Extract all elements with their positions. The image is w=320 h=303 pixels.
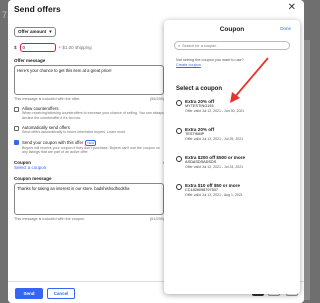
coupon-message-label: Coupon message bbox=[14, 175, 52, 181]
offer-message-label: Offer message bbox=[14, 58, 46, 63]
coupon-message-help: This message is included with the coupon… bbox=[14, 217, 164, 221]
coupon-option[interactable]: Extra $200 off $500 or more ASDASDSADSDS… bbox=[176, 155, 245, 169]
coupon-option[interactable]: Extra $10 off $50 or more CC182609879750… bbox=[176, 183, 243, 197]
offer-message-help-text: This message is included with the offer. bbox=[14, 97, 81, 101]
offer-message-textarea[interactable]: Here's your chance to get this item at a… bbox=[14, 65, 164, 95]
send-coupon-row[interactable]: Send your coupon with this offer NEW Buye… bbox=[14, 139, 164, 155]
offer-type-select[interactable]: Offer amount ▾ bbox=[14, 26, 56, 37]
new-badge: NEW bbox=[85, 139, 97, 146]
send-coupon-help: Buyers will receive your coupon if they … bbox=[22, 145, 160, 155]
coupon-message-help-text: This message is included with the coupon… bbox=[14, 216, 86, 221]
coupon-validity: Offer valid Jul 12, 2021 - Jul 24, 2021 bbox=[185, 164, 244, 169]
coupon-message-count: (61/255) bbox=[149, 216, 164, 221]
coupon-panel: Coupon Done ⌕ Search for a coupon Not se… bbox=[164, 20, 300, 294]
auto-send-help: Send offers automatically to future inte… bbox=[22, 130, 126, 134]
red-arrow-annotation bbox=[230, 57, 269, 103]
send-coupon-label: Send your coupon with this offer bbox=[22, 139, 84, 145]
allow-counteroffers-help: When receiving/allowing counteroffers to… bbox=[22, 111, 164, 120]
offer-message-count: (55/255) bbox=[149, 97, 164, 101]
background-edge bbox=[304, 40, 310, 300]
allow-counteroffers-checkbox[interactable] bbox=[14, 106, 19, 112]
dialog-title: Send offers bbox=[14, 4, 61, 14]
send-button[interactable]: Send bbox=[15, 288, 43, 299]
auto-send-row[interactable]: Automatically send offers Send offers au… bbox=[14, 125, 164, 135]
coupon-selector[interactable]: Coupon Select a coupon › bbox=[14, 160, 164, 170]
offer-type-value: Offer amount bbox=[18, 29, 47, 34]
coupon-validity: Offer valid Jul 12, 2021 - Jul 25, 2021 bbox=[185, 136, 244, 141]
offer-amount-input[interactable]: 0 bbox=[19, 43, 56, 52]
select-coupon-link[interactable]: Select a coupon bbox=[14, 165, 46, 170]
chevron-down-icon: ▾ bbox=[49, 28, 52, 34]
arrow-shaft bbox=[233, 57, 269, 99]
currency-symbol: $ bbox=[14, 45, 17, 50]
offer-message-help: This message is included with the offer.… bbox=[14, 97, 164, 101]
auto-send-checkbox[interactable] bbox=[14, 125, 19, 131]
coupon-radio[interactable] bbox=[176, 156, 182, 162]
allow-counteroffers-row[interactable]: Allow counteroffers When receiving/allow… bbox=[14, 106, 164, 120]
shipping-text: + $1.00 shipping bbox=[58, 45, 92, 50]
send-coupon-checkbox[interactable] bbox=[14, 140, 19, 145]
coupon-radio[interactable] bbox=[176, 184, 182, 190]
offer-form: Offer amount ▾ $ 0 + $1.00 shipping Offe… bbox=[14, 20, 164, 221]
coupon-validity: Offer valid Jul 12, 2021 - Aug 1, 2021 bbox=[185, 192, 243, 197]
send-offers-dialog: Send offers ✕ Offer amount ▾ $ 0 + $1.00… bbox=[8, 0, 304, 303]
amount-row: $ 0 + $1.00 shipping bbox=[14, 43, 164, 52]
coupon-message-textarea[interactable]: Thanks for taking an interest in our sto… bbox=[14, 182, 164, 215]
close-icon[interactable]: ✕ bbox=[288, 3, 296, 13]
cancel-button[interactable]: Cancel bbox=[47, 288, 75, 299]
